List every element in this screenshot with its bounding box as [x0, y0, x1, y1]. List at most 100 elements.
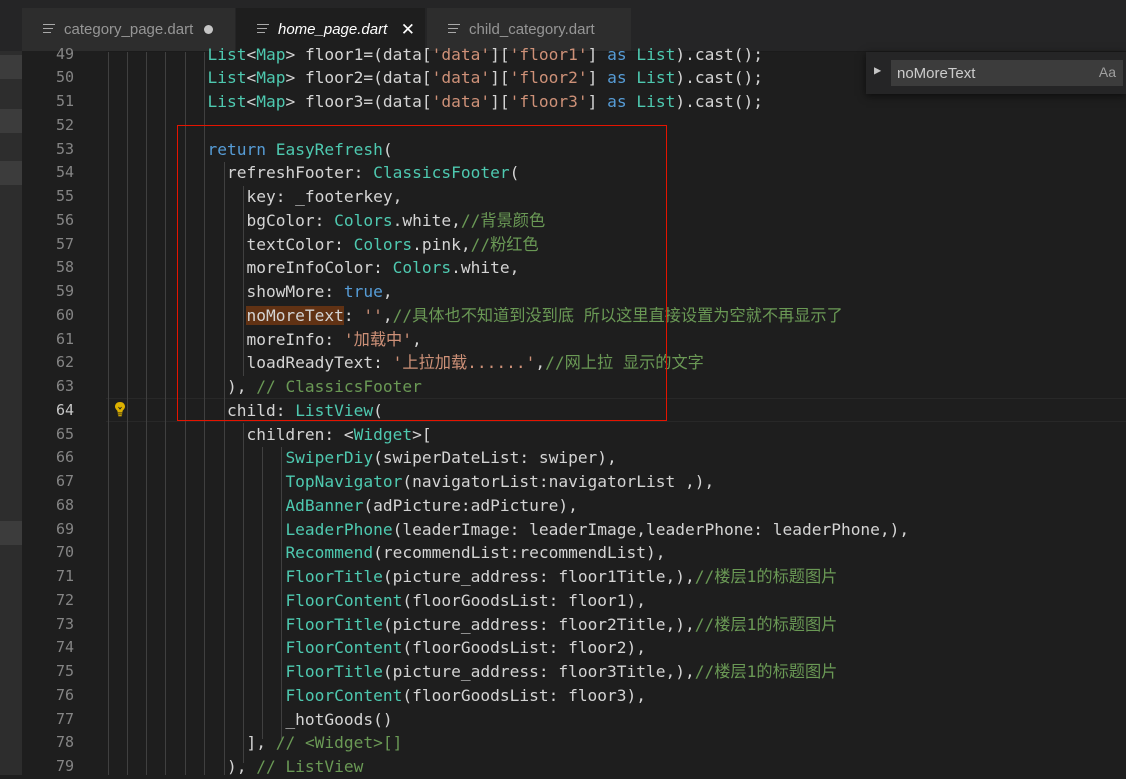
code-token: 'data' — [431, 68, 491, 88]
tab-label: category_page.dart — [64, 21, 194, 38]
line-number: 55 — [55, 187, 74, 205]
code-line[interactable]: FloorContent(floorGoodsList: floor3), — [110, 684, 646, 708]
line-number: 68 — [55, 495, 74, 514]
code-token: > floor3=(data[ — [285, 92, 432, 111]
code-line[interactable]: FloorTitle(picture_address: floor1Title,… — [110, 565, 837, 589]
code-token: (floorGoodsList: floor1), — [402, 590, 647, 610]
line-number: 63 — [55, 377, 74, 395]
code-token: List — [207, 92, 247, 111]
code-line[interactable]: children: <Widget>[ — [110, 423, 432, 447]
code-token: // ListView — [256, 757, 364, 776]
line-number: 73 — [55, 614, 74, 633]
code-token: (floorGoodsList: floor3), — [402, 685, 647, 705]
line-number: 50 — [55, 68, 74, 87]
code-token: List — [636, 44, 676, 64]
code-token: FloorContent — [285, 685, 403, 705]
unsaved-dot-icon[interactable] — [204, 25, 213, 34]
code-token: > floor2=(data[ — [285, 68, 432, 88]
activity-marker — [0, 521, 22, 545]
code-token: FloorTitle — [285, 614, 383, 634]
code-token: (floorGoodsList: floor2), — [402, 638, 647, 658]
lightbulb-icon[interactable] — [113, 401, 127, 417]
code-token: ).cast(); — [675, 92, 764, 111]
file-lines-icon — [43, 24, 55, 36]
code-token: children: < — [207, 424, 354, 444]
line-number: 53 — [55, 139, 74, 158]
code-token: Recommend — [285, 543, 374, 563]
file-lines-icon — [448, 24, 460, 36]
code-token: (adPicture:adPicture), — [363, 495, 578, 515]
match-case-toggle[interactable]: Aa — [1099, 64, 1116, 80]
code-line[interactable]: FloorContent(floorGoodsList: floor2), — [110, 636, 646, 660]
code-line[interactable]: FloorContent(floorGoodsList: floor1), — [110, 589, 646, 613]
code-token: FloorTitle — [285, 662, 383, 681]
line-number: 57 — [55, 234, 74, 253]
activity-marker — [0, 55, 22, 79]
code-token: 'data' — [431, 92, 491, 111]
code-token: ][ — [490, 92, 510, 111]
code-token: //楼层1的标题图片 — [694, 662, 838, 681]
line-number: 79 — [55, 757, 74, 775]
code-token: Map — [256, 92, 286, 111]
line-number: 49 — [55, 44, 74, 63]
code-token: List — [636, 92, 676, 111]
tab-label: child_category.dart — [469, 21, 595, 38]
line-number: 56 — [55, 210, 74, 229]
code-token: Map — [256, 44, 286, 64]
line-number: 54 — [55, 163, 74, 182]
code-line[interactable]: List<Map> floor3=(data['data']['floor3']… — [110, 90, 763, 114]
line-number: 66 — [55, 448, 74, 467]
line-number: 71 — [55, 567, 74, 585]
tab-label: home_page.dart — [278, 21, 388, 38]
code-token: < — [246, 68, 257, 88]
line-number: 72 — [55, 590, 74, 609]
code-token: ] — [587, 44, 608, 64]
code-token: Widget — [353, 424, 413, 444]
code-token: (recommendList:recommendList), — [373, 543, 666, 563]
code-token: List — [207, 44, 247, 64]
code-line[interactable]: ], // <Widget>[] — [110, 731, 402, 755]
code-line[interactable]: ), // ListView — [110, 755, 363, 779]
code-line[interactable]: AdBanner(adPicture:adPicture), — [110, 494, 578, 518]
find-input[interactable] — [891, 60, 1123, 86]
code-line[interactable]: TopNavigator(navigatorList:navigatorList… — [110, 470, 714, 494]
code-token: (swiperDateList: swiper), — [373, 448, 617, 468]
code-token: 'floor2' — [509, 68, 588, 88]
file-lines-icon — [257, 24, 269, 36]
code-token: > floor1=(data[ — [285, 44, 432, 64]
code-line[interactable]: SwiperDiy(swiperDateList: swiper), — [110, 446, 617, 470]
code-line[interactable]: List<Map> floor2=(data['data']['floor2']… — [110, 66, 763, 90]
code-token: ).cast(); — [675, 44, 764, 64]
code-line[interactable]: FloorTitle(picture_address: floor2Title,… — [110, 613, 837, 637]
line-number: 61 — [55, 329, 74, 348]
code-line[interactable]: List<Map> floor1=(data['data']['floor1']… — [110, 43, 763, 67]
code-token: 'floor1' — [509, 44, 588, 64]
activity-strip — [0, 51, 22, 775]
code-token: >[ — [412, 424, 432, 444]
line-number: 74 — [55, 638, 74, 657]
code-line[interactable]: FloorTitle(picture_address: floor3Title,… — [110, 660, 837, 684]
code-token: TopNavigator — [285, 472, 403, 491]
code-line[interactable]: LeaderPhone(leaderImage: leaderImage,lea… — [110, 518, 909, 542]
line-number: 67 — [55, 472, 74, 490]
code-token: as — [607, 68, 627, 88]
line-number: 62 — [55, 353, 74, 372]
code-token: as — [607, 44, 627, 64]
code-line[interactable]: Recommend(recommendList:recommendList), — [110, 541, 666, 565]
code-token: ), — [207, 757, 257, 776]
code-token: ).cast(); — [675, 68, 764, 88]
chevron-right-icon[interactable]: ▶ — [874, 63, 881, 77]
code-token: (navigatorList:navigatorList ,), — [402, 472, 715, 491]
find-widget: ▶ Aa — [866, 52, 1126, 94]
line-number: 78 — [55, 733, 74, 752]
code-line[interactable]: _hotGoods() — [110, 708, 392, 732]
